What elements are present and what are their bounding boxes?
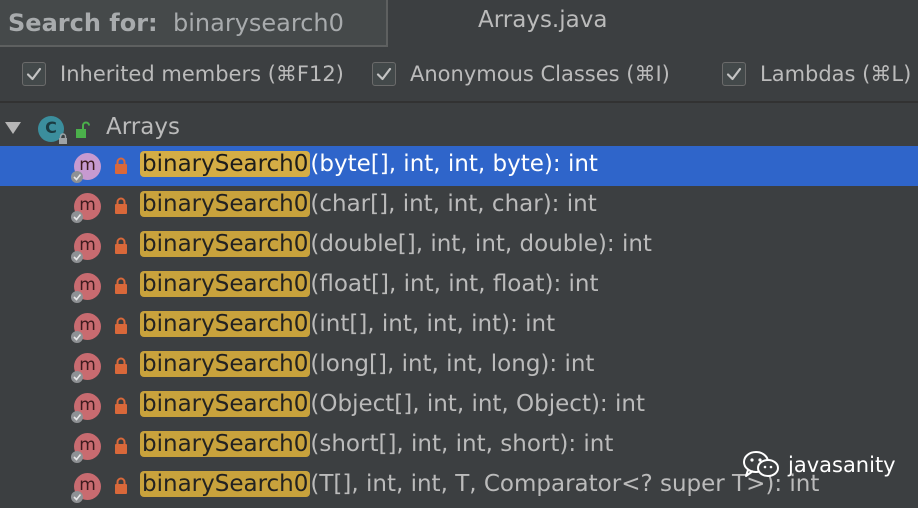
file-title: Arrays.java [478, 7, 608, 33]
search-match-highlight: binarySearch0 [140, 231, 311, 257]
private-lock-icon [115, 397, 127, 414]
class-name: Arrays [106, 114, 180, 140]
inherited-badge-icon [71, 451, 83, 463]
lambdas-option[interactable]: Lambdas (⌘L) [722, 60, 911, 88]
search-match-highlight: binarySearch0 [140, 471, 311, 497]
checkmark-icon [26, 67, 42, 81]
inherited-badge-icon [71, 411, 83, 423]
wechat-icon [743, 451, 779, 477]
structure-popup-header: Search for: binarysearch0 Arrays.java [0, 0, 918, 48]
inherited-badge-icon [71, 291, 83, 303]
structure-tree[interactable]: C Arrays m binarySearch0(byte[], int, int… [0, 103, 918, 508]
public-unlock-icon [76, 121, 90, 138]
method-params: (char[], int, int, char): int [310, 191, 597, 217]
filter-options-bar: Inherited members (⌘F12) Anonymous Class… [0, 48, 918, 100]
method-signature: binarySearch0(char[], int, int, char): i… [140, 191, 597, 217]
method-row[interactable]: m binarySearch0(double[], int, int, doubl… [0, 226, 918, 266]
method-params: (Object[], int, int, Object): int [310, 391, 645, 417]
method-params: (float[], int, int, float): int [310, 271, 599, 297]
method-params: (int[], int, int, int): int [310, 311, 556, 337]
inherited-badge-icon [71, 371, 83, 383]
private-lock-icon [115, 157, 127, 174]
inherited-badge-icon [71, 171, 83, 183]
anonymous-classes-option[interactable]: Anonymous Classes (⌘I) [372, 60, 670, 88]
search-match-highlight: binarySearch0 [140, 391, 311, 417]
private-lock-icon [115, 477, 127, 494]
method-row[interactable]: m binarySearch0(char[], int, int, char): … [0, 186, 918, 226]
private-lock-icon [115, 437, 127, 454]
inherited-badge-icon [71, 251, 83, 263]
anonymous-classes-label: Anonymous Classes (⌘I) [410, 62, 670, 86]
inherited-members-label: Inherited members (⌘F12) [60, 62, 344, 86]
inherited-members-option[interactable]: Inherited members (⌘F12) [22, 60, 344, 88]
method-params: (double[], int, int, double): int [310, 231, 652, 257]
method-signature: binarySearch0(double[], int, int, double… [140, 231, 652, 257]
private-lock-icon [115, 277, 127, 294]
method-row[interactable]: m binarySearch0(long[], int, int, long): … [0, 346, 918, 386]
method-row[interactable]: m binarySearch0(Object[], int, int, Objec… [0, 386, 918, 426]
search-input[interactable]: binarysearch0 [173, 9, 344, 37]
search-match-highlight: binarySearch0 [140, 351, 311, 377]
watermark: javasanity [742, 450, 896, 480]
search-match-highlight: binarySearch0 [140, 151, 311, 177]
anonymous-classes-checkbox[interactable] [372, 62, 396, 86]
search-match-highlight: binarySearch0 [140, 191, 311, 217]
search-match-highlight: binarySearch0 [140, 311, 311, 337]
method-signature: binarySearch0(Object[], int, int, Object… [140, 391, 645, 417]
lambdas-checkbox[interactable] [722, 62, 746, 86]
inherited-badge-icon [71, 491, 83, 503]
checkmark-icon [726, 67, 742, 81]
method-signature: binarySearch0(byte[], int, int, byte): i… [140, 151, 598, 177]
tree-root-arrays[interactable]: C Arrays [0, 111, 918, 147]
method-row[interactable]: m binarySearch0(int[], int, int, int): in… [0, 306, 918, 346]
method-params: (byte[], int, int, byte): int [310, 151, 598, 177]
private-lock-icon [115, 317, 127, 334]
inherited-members-checkbox[interactable] [22, 62, 46, 86]
search-match-highlight: binarySearch0 [140, 271, 311, 297]
method-signature: binarySearch0(float[], int, int, float):… [140, 271, 599, 297]
lock-badge-icon [59, 133, 67, 144]
method-signature: binarySearch0(T[], int, int, T, Comparat… [140, 471, 819, 497]
method-params: (short[], int, int, short): int [310, 431, 614, 457]
method-row[interactable]: m binarySearch0(float[], int, int, float)… [0, 266, 918, 306]
watermark-text: javasanity [788, 453, 896, 477]
private-lock-icon [115, 237, 127, 254]
expand-triangle-icon[interactable] [4, 120, 22, 136]
method-params: (long[], int, int, long): int [310, 351, 595, 377]
inherited-badge-icon [71, 211, 83, 223]
private-lock-icon [115, 357, 127, 374]
private-lock-icon [115, 197, 127, 214]
method-signature: binarySearch0(int[], int, int, int): int [140, 311, 555, 337]
method-signature: binarySearch0(long[], int, int, long): i… [140, 351, 594, 377]
search-label: Search for: [8, 9, 158, 37]
method-row[interactable]: m binarySearch0(byte[], int, int, byte): … [0, 146, 918, 186]
inherited-badge-icon [71, 331, 83, 343]
checkmark-icon [376, 67, 392, 81]
method-signature: binarySearch0(short[], int, int, short):… [140, 431, 613, 457]
lambdas-label: Lambdas (⌘L) [760, 62, 912, 86]
search-field[interactable]: Search for: binarysearch0 [0, 0, 388, 47]
search-match-highlight: binarySearch0 [140, 431, 311, 457]
